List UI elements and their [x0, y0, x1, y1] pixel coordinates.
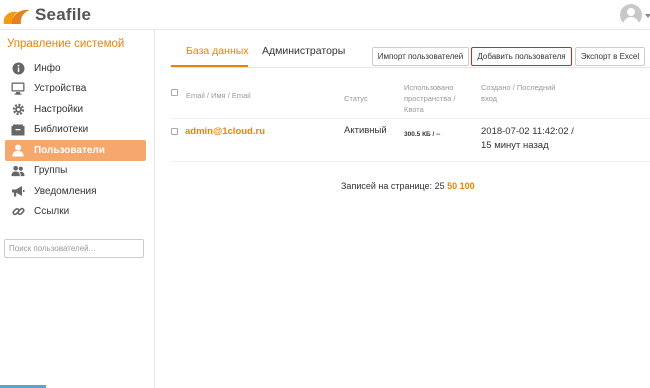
- sidebar-item-info[interactable]: Инфо: [5, 58, 146, 79]
- per-page-label: Записей на странице:: [341, 181, 433, 191]
- column-header-space: Использовано пространства / Квота: [404, 82, 468, 115]
- user-status[interactable]: Активный: [344, 125, 387, 136]
- column-header-created-line: Создано / Последний: [481, 83, 556, 92]
- tabs-divider: [171, 67, 650, 68]
- sidebar-item-label: Группы: [34, 165, 68, 177]
- link-icon: [11, 205, 25, 219]
- column-header-space-line: Квота: [404, 105, 424, 114]
- user-email-link[interactable]: admin@1cloud.ru: [185, 126, 265, 137]
- sidebar-item-groups[interactable]: Группы: [5, 161, 146, 182]
- sidebar-title: Управление системой: [7, 38, 125, 50]
- megaphone-icon: [11, 184, 25, 198]
- table-header-divider: [171, 118, 650, 119]
- import-users-button[interactable]: Импорт пользователей: [372, 47, 469, 66]
- tab-administrators[interactable]: Администраторы: [262, 45, 345, 57]
- top-bar: Seafile: [0, 0, 650, 30]
- sidebar-item-label: Ссылки: [34, 206, 70, 218]
- column-header-email[interactable]: Email / Имя / Email: [186, 90, 251, 101]
- seafile-logo-icon: [3, 9, 30, 24]
- sidebar-item-label: Уведомления: [34, 185, 97, 197]
- per-page-option-100[interactable]: 100: [460, 181, 475, 191]
- per-page-option-50[interactable]: 50: [447, 181, 457, 191]
- column-header-created-line: вход: [481, 94, 498, 103]
- tab-database[interactable]: База данных: [186, 45, 249, 57]
- logo-text: Seafile: [35, 5, 92, 24]
- library-icon: [11, 123, 25, 137]
- user-icon: [11, 143, 25, 157]
- sidebar-item-devices[interactable]: Устройства: [5, 79, 146, 100]
- sidebar-item-libraries[interactable]: Библиотеки: [5, 120, 146, 141]
- column-header-space-line: пространства /: [404, 94, 456, 103]
- sidebar-item-label: Пользователи: [34, 144, 105, 156]
- sidebar-item-users[interactable]: Пользователи: [5, 140, 146, 161]
- sidebar: Управление системой Инфо Устройства Наст…: [0, 30, 155, 388]
- chevron-down-icon[interactable]: [645, 14, 650, 18]
- info-icon: [11, 61, 25, 75]
- add-user-button[interactable]: Добавить пользователя: [471, 47, 572, 66]
- user-avatar-icon[interactable]: [620, 4, 642, 26]
- sidebar-nav: Инфо Устройства Настройки Библиотеки Пол…: [5, 58, 146, 222]
- sidebar-item-label: Устройства: [34, 83, 87, 95]
- sidebar-item-label: Инфо: [34, 62, 61, 74]
- sidebar-item-label: Библиотеки: [34, 124, 89, 136]
- logo[interactable]: Seafile: [0, 0, 91, 30]
- group-icon: [11, 164, 25, 178]
- user-space-usage: 300.5 КБ / --: [404, 131, 441, 138]
- sidebar-item-label: Настройки: [34, 103, 84, 115]
- sidebar-item-notifications[interactable]: Уведомления: [5, 181, 146, 202]
- monitor-icon: [11, 82, 25, 96]
- column-header-space-line: Использовано: [404, 83, 454, 92]
- sidebar-item-links[interactable]: Ссылки: [5, 202, 146, 223]
- row-divider: [171, 161, 650, 162]
- column-header-created[interactable]: Создано / Последний вход: [481, 82, 567, 104]
- export-excel-button[interactable]: Экспорт в Excel: [575, 47, 645, 66]
- sidebar-item-settings[interactable]: Настройки: [5, 99, 146, 120]
- per-page-option-25[interactable]: 25: [435, 181, 445, 191]
- last-login: 15 минут назад: [481, 140, 549, 151]
- user-created-time: 2018-07-02 11:42:02 / 15 минут назад: [481, 125, 574, 153]
- row-checkbox[interactable]: [171, 128, 178, 135]
- user-search-input[interactable]: Поиск пользователей...: [4, 239, 144, 258]
- column-header-status: Статус: [344, 94, 368, 103]
- pagination: Записей на странице: 25 50 100: [341, 181, 475, 191]
- gear-icon: [11, 102, 25, 116]
- select-all-checkbox[interactable]: [171, 89, 178, 96]
- created-date: 2018-07-02 11:42:02 /: [481, 126, 574, 137]
